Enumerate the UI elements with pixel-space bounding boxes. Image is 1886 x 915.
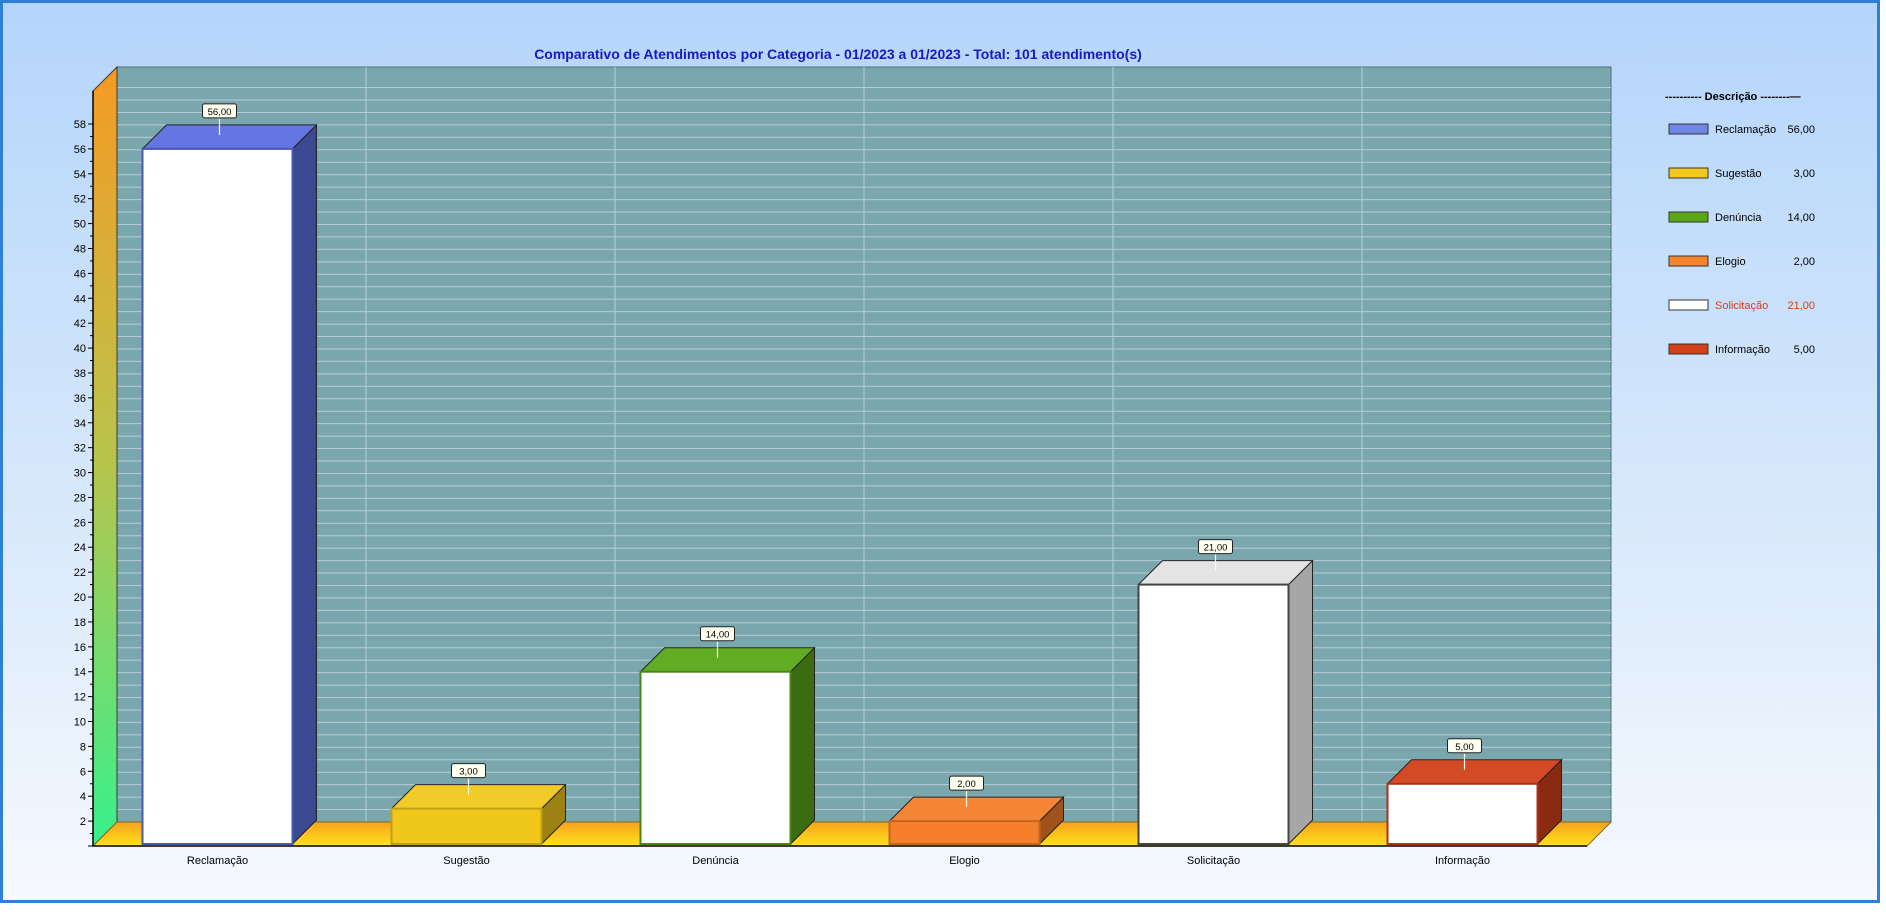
legend-value: 14,00	[1787, 212, 1815, 224]
legend-value: 21,00	[1787, 300, 1815, 312]
y-tick-label: 50	[74, 219, 86, 231]
legend-value: 2,00	[1794, 256, 1815, 268]
bar-front	[639, 670, 792, 845]
y-tick-label: 22	[74, 567, 86, 579]
legend-item-elogio: Elogio 2,00	[1668, 255, 1815, 268]
y-tick-label: 18	[74, 617, 86, 629]
y-tick-label: 10	[74, 717, 86, 729]
bar-front	[141, 147, 294, 845]
data-label: 14,00	[706, 630, 730, 641]
chart-title: Comparativo de Atendimentos por Categori…	[534, 46, 1142, 62]
legend-label: Reclamação	[1715, 124, 1776, 136]
bar-top	[1386, 759, 1563, 785]
chart-canvas: Comparativo de Atendimentos por Categori…	[74, 46, 1815, 867]
x-tick-label: Reclamação	[187, 855, 248, 867]
legend-swatch	[1668, 211, 1709, 223]
bar-top	[141, 124, 318, 150]
y-tick-label: 30	[74, 468, 86, 480]
legend-swatch	[1668, 255, 1709, 267]
y-tick-label: 56	[74, 144, 86, 156]
legend-label: Elogio	[1715, 256, 1746, 268]
y-tick-label: 4	[80, 791, 86, 803]
y-tick-label: 8	[80, 741, 86, 753]
bar-front	[888, 820, 1041, 846]
legend-item-reclamação: Reclamação 56,00	[1668, 123, 1815, 136]
y-tick-label: 24	[74, 542, 86, 554]
legend-label: Sugestão	[1715, 168, 1761, 180]
x-tick-label: Informação	[1435, 855, 1490, 867]
legend-item-solicitação: Solicitação 21,00	[1668, 299, 1815, 312]
bar-side	[790, 646, 815, 846]
legend-value: 5,00	[1794, 344, 1815, 356]
y-tick-label: 40	[74, 343, 86, 355]
bar-top	[390, 784, 567, 810]
y-tick-label: 36	[74, 393, 86, 405]
y-tick-label: 34	[74, 418, 86, 430]
data-label: 21,00	[1204, 543, 1228, 554]
y-tick-label: 16	[74, 642, 86, 654]
legend-item-informação: Informação 5,00	[1668, 343, 1815, 356]
y-tick-label: 42	[74, 318, 86, 330]
y-tick-label: 38	[74, 368, 86, 380]
data-label: 3,00	[459, 767, 478, 778]
y-tick-label: 6	[80, 766, 86, 778]
bar-front	[390, 807, 543, 845]
left-wall	[92, 65, 118, 848]
y-tick-label: 14	[74, 667, 86, 679]
y-tick-label: 44	[74, 293, 86, 305]
legend-value: 3,00	[1794, 168, 1815, 180]
data-label: 56,00	[208, 107, 232, 118]
legend-title: ---------- Descrição --------—	[1665, 91, 1801, 103]
x-tick-label: Elogio	[949, 855, 980, 867]
legend-item-sugestão: Sugestão 3,00	[1668, 167, 1815, 180]
legend-label: Solicitação	[1715, 300, 1768, 312]
y-tick-label: 54	[74, 169, 86, 181]
y-tick-label: 46	[74, 268, 86, 280]
x-tick-label: Sugestão	[443, 855, 489, 867]
data-label: 5,00	[1455, 742, 1474, 753]
x-tick-label: Denúncia	[692, 855, 739, 867]
y-tick-label: 12	[74, 692, 86, 704]
legend: ---------- Descrição --------— Reclamaçã…	[1665, 91, 1815, 356]
x-tick-label: Solicitação	[1187, 855, 1240, 867]
y-tick-label: 2	[80, 816, 86, 828]
y-tick-label: 58	[74, 119, 86, 131]
bar-front	[1386, 782, 1539, 845]
legend-label: Informação	[1715, 344, 1770, 356]
y-tick-label: 28	[74, 492, 86, 504]
bar-solicitação: 21,00	[1137, 539, 1314, 846]
legend-swatch	[1668, 123, 1709, 135]
legend-label: Denúncia	[1715, 212, 1762, 224]
legend-item-denúncia: Denúncia 14,00	[1668, 211, 1815, 224]
bar-reclamação: 56,00	[141, 103, 318, 846]
y-tick-label: 48	[74, 243, 86, 255]
floor	[91, 821, 1613, 847]
y-tick-label: 20	[74, 592, 86, 604]
legend-swatch	[1668, 299, 1709, 311]
bar-side	[1288, 559, 1313, 846]
legend-swatch	[1668, 343, 1709, 355]
bar-top	[888, 796, 1065, 822]
plot-area: 2468101214161820222426283032343638404244…	[74, 65, 1613, 867]
y-tick-label: 52	[74, 194, 86, 206]
bar-front	[1137, 583, 1290, 845]
bar-denúncia: 14,00	[639, 626, 816, 846]
bar-top	[1137, 560, 1314, 586]
legend-swatch	[1668, 167, 1709, 179]
y-tick-label: 32	[74, 443, 86, 455]
bar-top	[639, 647, 816, 673]
data-label: 2,00	[957, 779, 976, 790]
legend-value: 56,00	[1787, 124, 1815, 136]
bar-side	[292, 123, 317, 846]
y-tick-label: 26	[74, 517, 86, 529]
chart-frame: Comparativo de Atendimentos por Categori…	[0, 0, 1880, 903]
